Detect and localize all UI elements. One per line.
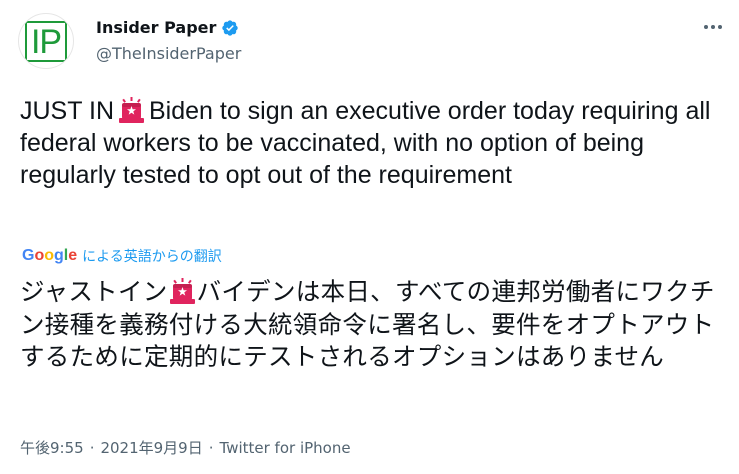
translated-text: ジャストイン バイデンは本日、すべての連邦労働者にワクチン接種を義務付ける大統領… [20,276,725,374]
verified-badge-icon [221,19,239,37]
tweet-time[interactable]: 午後9:55 [20,437,84,458]
tweet-card: IP Insider Paper @TheInsiderPaper JUST I… [0,0,739,474]
tweet-text-start: JUST IN [20,97,114,125]
author-info: Insider Paper @TheInsiderPaper [96,18,241,63]
google-logo: Google [22,247,78,264]
handle[interactable]: @TheInsiderPaper [96,44,241,63]
avatar[interactable]: IP [18,13,74,69]
meta-separator: · [208,438,214,457]
translated-text-start: ジャストイン [20,277,168,306]
avatar-logo: IP [24,20,68,62]
display-name-row: Insider Paper [96,18,241,37]
meta-separator: · [89,438,95,457]
tweet-date[interactable]: 2021年9月9日 [100,437,202,458]
tweet-source[interactable]: Twitter for iPhone [220,439,351,457]
police-siren-icon [118,96,145,124]
display-name[interactable]: Insider Paper [96,18,216,37]
tweet-text: JUST IN Biden to sign an executive order… [20,95,720,191]
translation-attribution[interactable]: Google による英語からの翻訳 [22,246,222,266]
more-options-icon[interactable] [701,22,725,32]
tweet-metadata: 午後9:55 · 2021年9月9日 · Twitter for iPhone [20,437,351,458]
police-siren-icon [169,277,196,305]
translation-label[interactable]: による英語からの翻訳 [82,246,222,266]
